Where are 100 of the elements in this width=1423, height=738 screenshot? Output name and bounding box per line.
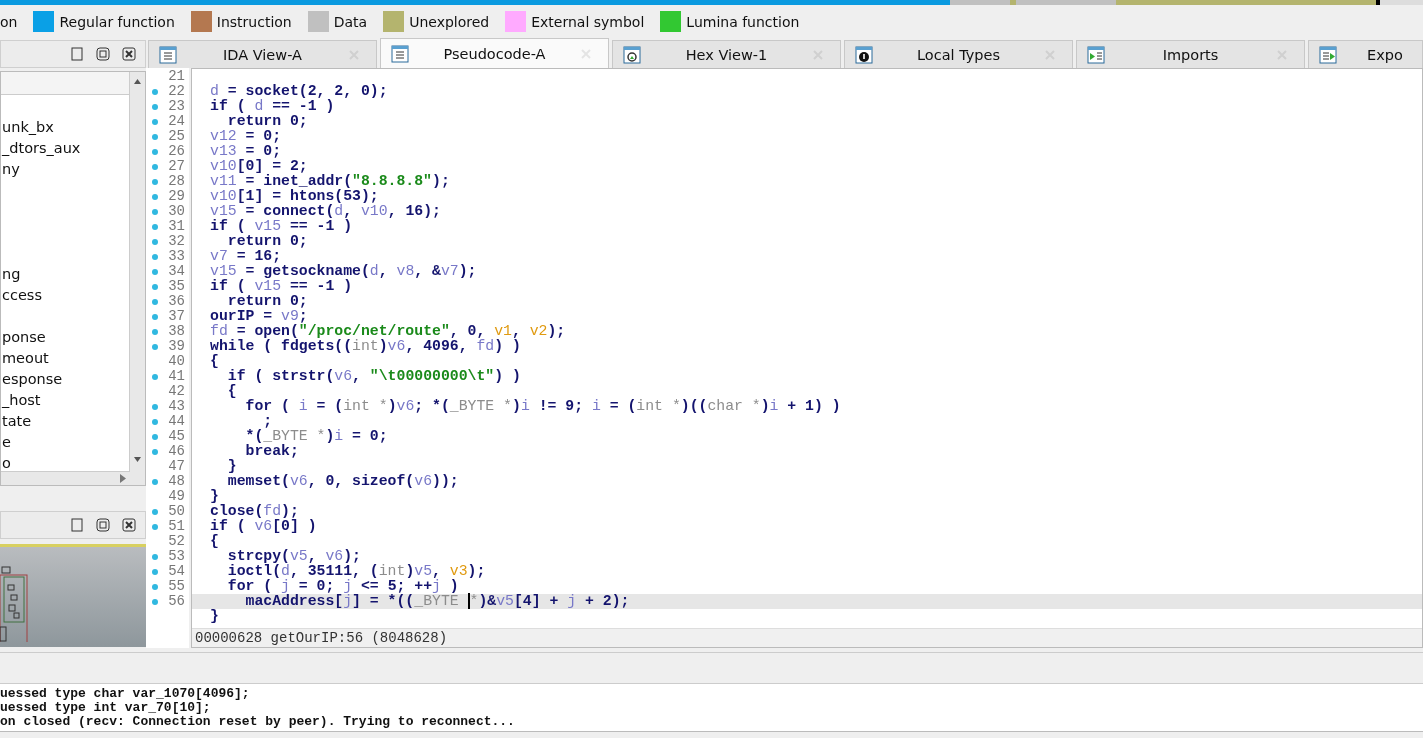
breakpoint-dot[interactable] [152,418,158,425]
legend-label: Lumina function [686,13,800,30]
code-line: if ( v15 == -1 ) [209,219,354,234]
line-number: 29 [167,189,186,204]
code-line: fd = open("/proc/net/route", 0, v1, v2); [209,324,567,339]
breakpoint-dot[interactable] [152,448,158,455]
code-line: if ( strstr(v6, "\t00000000\t") ) [226,369,522,384]
breakpoint-dot[interactable] [152,598,158,605]
maximize-button[interactable] [69,517,85,533]
tab[interactable]: Imports [1076,40,1305,68]
scrollbar[interactable] [129,72,145,485]
function-name[interactable]: ccess [1,285,129,306]
breakpoint-dot[interactable] [152,223,158,230]
float-button[interactable] [95,46,111,62]
breakpoint-dot[interactable] [152,523,158,530]
function-name[interactable]: meout [1,348,129,369]
function-name[interactable]: o [1,453,129,474]
breakpoint-dot[interactable] [152,133,158,140]
line-number: 39 [167,339,186,354]
line-number: 34 [167,264,186,279]
close-button[interactable] [121,46,137,62]
code-line: { [226,384,238,399]
code-line: v7 = 16; [209,249,283,264]
line-number: 32 [167,234,186,249]
breakpoint-dot[interactable] [152,568,158,575]
log-line: uessed type int var_70[10]; [0,701,212,715]
breakpoint-dot[interactable] [152,478,158,485]
close-button[interactable] [121,517,137,533]
code-line: if ( v6[0] ) [209,519,318,534]
breakpoint-dot[interactable] [152,193,158,200]
window-icon [159,45,177,64]
code-line: ourIP = v9; [209,309,309,324]
function-name[interactable]: esponse [1,369,129,390]
function-name[interactable]: e [1,432,129,453]
code-line: { [209,354,220,369]
breakpoint-dot[interactable] [152,343,158,350]
line-number: 56 [167,594,186,609]
breakpoint-dot[interactable] [152,283,158,290]
window-icon [391,44,409,63]
legend-label: on [0,13,18,30]
breakpoint-dot[interactable] [152,118,158,125]
window-icon [1087,45,1105,64]
function-name[interactable]: tate [1,411,129,432]
breakpoint-dot[interactable] [152,328,158,335]
breakpoint-dot[interactable] [152,268,158,275]
function-name[interactable]: unk_bx [1,117,129,138]
breakpoint-dot[interactable] [152,313,158,320]
breakpoint-dot[interactable] [152,148,158,155]
tab[interactable]: Pseudocode-A [380,38,609,68]
function-name[interactable]: ng [1,264,129,285]
line-number: 52 [167,534,186,549]
breakpoint-dot[interactable] [152,178,158,185]
code-line: } [209,489,220,504]
line-number: 48 [167,474,186,489]
function-name[interactable]: ny [1,159,129,180]
line-number: 24 [167,114,186,129]
code-line: for ( i = (int *)v6; *(_BYTE *)i != 9; i = (int *)((char *)i + 1) ) [244,399,842,414]
scrollbar[interactable] [1,471,130,485]
code-line: v10[0] = 2; [209,159,309,174]
function-name[interactable]: ponse [1,327,129,348]
navigation-band[interactable] [0,0,1423,5]
function-name[interactable]: _host [1,390,129,411]
line-number: 23 [167,99,186,114]
breakpoint-dot[interactable] [152,583,158,590]
graph-overview[interactable] [0,544,146,647]
info-icon [855,45,873,64]
line-number: 21 [167,69,186,84]
tab[interactable]: IDA View-A [148,40,377,68]
breakpoint-dot[interactable] [152,238,158,245]
breakpoint-dot[interactable] [152,433,158,440]
code-line: while ( fdgets((int)v6, 4096, fd) ) [209,339,522,354]
breakpoint-dot[interactable] [152,163,158,170]
tab[interactable]: Hex View-1 [612,40,841,68]
float-button[interactable] [95,517,111,533]
breakpoint-dot[interactable] [152,553,158,560]
breakpoint-dot[interactable] [152,208,158,215]
code-line: v11 = inet_addr("8.8.8.8"); [209,174,451,189]
tab[interactable]: Local Types [844,40,1073,68]
line-number: 49 [167,489,186,504]
maximize-button[interactable] [69,46,85,62]
line-number: 27 [167,159,186,174]
breakpoint-dot[interactable] [152,88,158,95]
breakpoint-dot[interactable] [152,508,158,515]
breakpoint-dot[interactable] [152,373,158,380]
line-number: 47 [167,459,186,474]
line-number: 41 [167,369,186,384]
line-number: 28 [167,174,186,189]
breakpoint-dot[interactable] [152,298,158,305]
tab[interactable]: Expo [1308,40,1423,68]
breakpoint-dot[interactable] [152,253,158,260]
code-line: ioctl(d, 35111, (int)v5, v3); [226,564,487,579]
code-line: for ( j = 0; j <= 5; ++j ) [226,579,460,594]
breakpoint-dot[interactable] [152,403,158,410]
line-number: 22 [167,84,186,99]
function-name[interactable]: _dtors_aux [1,138,129,159]
log-line: uessed type char var_1070[4096]; [0,687,251,701]
breakpoint-dot[interactable] [152,103,158,110]
right-arrow-icon[interactable] [120,474,126,483]
window-icon [1319,45,1337,64]
code-line: v13 = 0; [209,144,283,159]
